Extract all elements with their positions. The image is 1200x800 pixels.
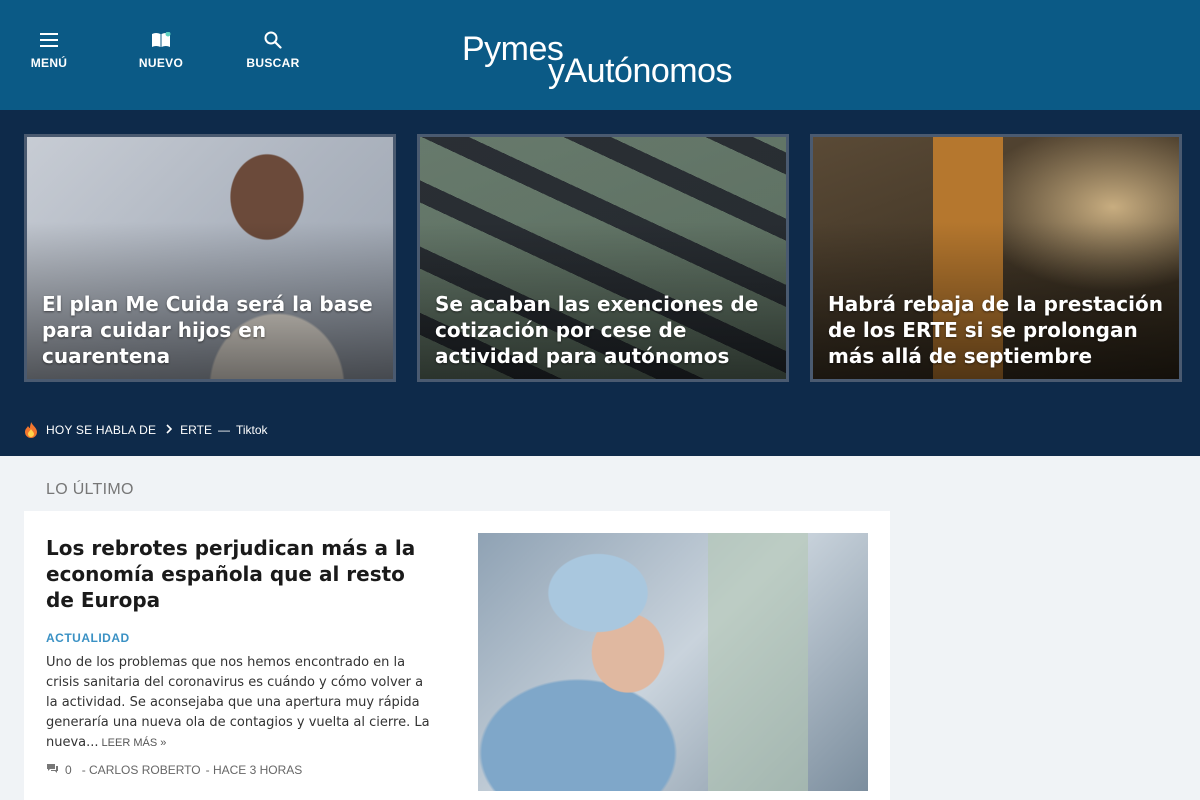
trending-label: HOY SE HABLA DE	[46, 423, 157, 437]
search-button[interactable]: BUSCAR	[246, 30, 300, 70]
hamburger-icon	[40, 30, 58, 50]
article-meta: 0 - CARLOS ROBERTO - HACE 3 HORAS	[46, 763, 302, 777]
menu-button[interactable]: MENÚ	[28, 30, 70, 70]
article-title[interactable]: Los rebrotes perjudican más a la economí…	[46, 535, 426, 613]
section-title: LO ÚLTIMO	[46, 481, 134, 498]
chevron-right-icon	[166, 423, 173, 437]
featured-card[interactable]: Se acaban las exenciones de cotización p…	[417, 134, 789, 382]
featured-section: El plan Me Cuida será la base para cuida…	[0, 110, 1200, 456]
fire-icon	[24, 422, 38, 438]
article-category[interactable]: ACTUALIDAD	[46, 631, 130, 645]
read-more-link[interactable]: LEER MÁS »	[102, 737, 167, 749]
featured-title[interactable]: Se acaban las exenciones de cotización p…	[435, 291, 774, 369]
comment-count[interactable]: 0	[65, 763, 72, 777]
search-label: BUSCAR	[246, 56, 300, 70]
featured-card[interactable]: Habrá rebaja de la prestación de los ERT…	[810, 134, 1182, 382]
trending-bar: HOY SE HABLA DE ERTE — Tiktok	[24, 420, 268, 440]
comments-icon	[46, 763, 59, 777]
article-image[interactable]	[478, 533, 868, 791]
book-icon	[151, 30, 171, 50]
article-card: Los rebrotes perjudican más a la economí…	[24, 511, 890, 800]
article-excerpt: Uno de los problemas que nos hemos encon…	[46, 653, 436, 753]
menu-label: MENÚ	[30, 56, 68, 70]
article-author[interactable]: - CARLOS ROBERTO	[82, 763, 201, 777]
trending-separator: —	[217, 423, 230, 437]
featured-card[interactable]: El plan Me Cuida será la base para cuida…	[24, 134, 396, 382]
featured-title[interactable]: El plan Me Cuida será la base para cuida…	[42, 291, 381, 369]
trending-link-erte[interactable]: ERTE	[180, 423, 212, 437]
trending-link-tiktok[interactable]: Tiktok	[236, 423, 268, 437]
nuevo-label: NUEVO	[138, 56, 184, 70]
site-header: MENÚ NUEVO BUSCAR Pymes yAutónomos	[0, 0, 1200, 110]
featured-title[interactable]: Habrá rebaja de la prestación de los ERT…	[828, 291, 1167, 369]
article-time: - HACE 3 HORAS	[205, 763, 303, 777]
nuevo-button[interactable]: NUEVO	[136, 30, 186, 70]
logo-line-2: yAutónomos	[548, 52, 733, 90]
article-excerpt-text: Uno de los problemas que nos hemos encon…	[46, 655, 430, 750]
search-icon	[264, 30, 282, 50]
